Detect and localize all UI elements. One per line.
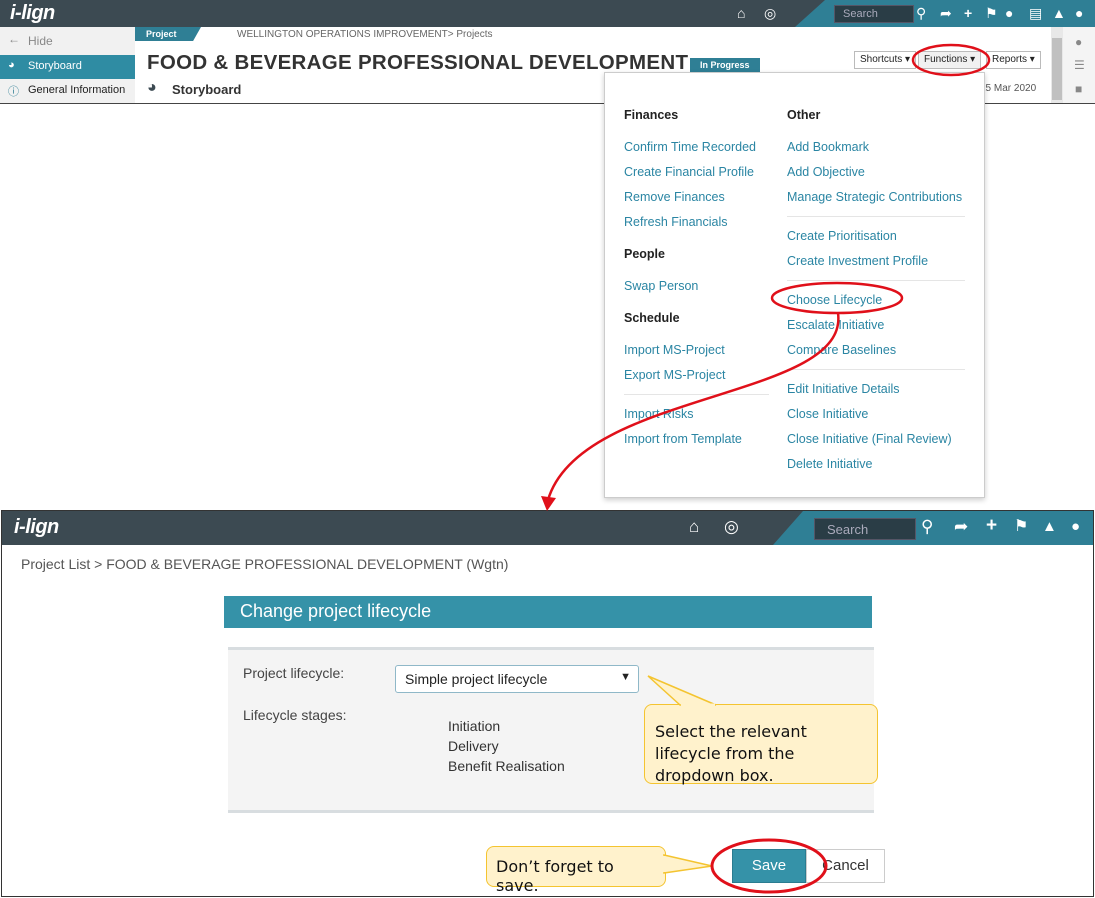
hide-nav-button[interactable]: ← Hide (0, 29, 135, 53)
menu-item[interactable]: Export MS-Project (624, 368, 725, 382)
right-rail: ● ☰ ■ (1063, 27, 1095, 103)
menu-item[interactable]: Refresh Financials (624, 215, 728, 229)
share-icon[interactable]: ➦ (940, 5, 952, 21)
share-icon[interactable]: ➦ (954, 518, 968, 535)
menu-header-finances: Finances (624, 108, 679, 122)
user-icon[interactable]: ● (1071, 519, 1080, 535)
globe-icon[interactable]: ◎ (724, 518, 739, 535)
user-icon[interactable]: ● (1075, 5, 1083, 21)
stage-item: Initiation (448, 718, 501, 734)
section-title: Storyboard (172, 82, 242, 97)
home-icon[interactable]: ⌂ (689, 518, 699, 535)
bell-icon[interactable]: ▲ (1042, 519, 1057, 535)
functions-button[interactable]: Functions ▾ (918, 51, 982, 69)
menu-divider (787, 280, 965, 281)
menu-divider (624, 394, 769, 395)
menu-header-other: Other (787, 108, 821, 122)
menu-item[interactable]: Escalate Initiative (787, 318, 884, 332)
lifecycle-select[interactable]: Simple project lifecycle ▼ (395, 665, 639, 693)
dashboard-icon: ◕ (147, 79, 157, 96)
menu-item[interactable]: Delete Initiative (787, 457, 872, 471)
search-input[interactable]: Search (814, 518, 916, 540)
search-input[interactable]: Search (834, 5, 914, 23)
nav-item-general-information[interactable]: ⓘ General Information (0, 79, 135, 103)
menu-item[interactable]: Import MS-Project (624, 343, 725, 357)
menu-item[interactable]: Close Initiative (Final Review) (787, 432, 952, 446)
callout-select: Select the relevant lifecycle from the d… (644, 704, 878, 785)
menu-item[interactable]: Swap Person (624, 279, 698, 293)
cancel-button[interactable]: Cancel (806, 849, 885, 883)
menu-item[interactable]: Create Financial Profile (624, 165, 754, 179)
menu-item[interactable]: Import from Template (624, 432, 742, 446)
breadcrumb[interactable]: WELLINGTON OPERATIONS IMPROVEMENT> Proje… (237, 29, 493, 40)
menu-item[interactable]: Compare Baselines (787, 343, 896, 357)
app-logo[interactable]: i-lign (10, 2, 55, 25)
arrow-left-icon: ← (8, 32, 20, 46)
save-button[interactable]: Save (732, 849, 806, 883)
project-tag: Project (135, 27, 201, 41)
callout-save: Don’t forget to save. (486, 846, 666, 895)
menu-item[interactable]: Create Investment Profile (787, 254, 928, 268)
left-nav: ← Hide ◕ Storyboard ⓘ General Informatio… (0, 27, 135, 103)
globe-icon[interactable]: ◎ (764, 5, 776, 21)
top-app-bar: i-lign ⌂ ◎ Search ⚲ ➦ + ⚑ ● ▤ ▲ ● (0, 0, 1095, 27)
menu-item-choose-lifecycle[interactable]: Choose Lifecycle (787, 293, 882, 307)
menu-item[interactable]: Add Objective (787, 165, 865, 179)
panel-title: Change project lifecycle (224, 596, 872, 628)
chat-icon[interactable]: ● (1005, 5, 1013, 21)
stage-item: Delivery (448, 738, 499, 754)
stage-item: Benefit Realisation (448, 758, 565, 774)
info-icon: ⓘ (8, 86, 19, 98)
lock-icon[interactable]: ■ (1075, 82, 1082, 96)
dashboard-icon: ◕ (8, 59, 15, 71)
lifecycle-label: Project lifecycle: (243, 665, 345, 681)
app-logo[interactable]: i-lign (14, 516, 59, 539)
arrow-head (541, 496, 556, 511)
date-label: 15 Mar 2020 (980, 83, 1037, 94)
shortcuts-button[interactable]: Shortcuts ▾ (854, 51, 917, 69)
search-icon[interactable]: ⚲ (921, 518, 933, 535)
menu-divider (787, 369, 965, 370)
menu-item[interactable]: Create Prioritisation (787, 229, 897, 243)
nav-item-storyboard[interactable]: ◕ Storyboard (0, 55, 135, 79)
status-badge: In Progress (690, 58, 760, 72)
list-icon[interactable]: ☰ (1074, 58, 1085, 72)
menu-item[interactable]: Close Initiative (787, 407, 868, 421)
menu-header-people: People (624, 247, 665, 261)
reports-button[interactable]: Reports ▾ (986, 51, 1041, 69)
search-icon[interactable]: ⚲ (916, 5, 926, 21)
menu-item[interactable]: Confirm Time Recorded (624, 140, 756, 154)
plus-icon[interactable]: + (986, 516, 997, 535)
bookmark-icon[interactable]: ⚑ (985, 5, 998, 21)
plus-icon[interactable]: + (964, 5, 972, 21)
stages-label: Lifecycle stages: (243, 707, 347, 723)
scrollbar-thumb[interactable] (1052, 38, 1062, 100)
comment-icon[interactable]: ● (1075, 35, 1082, 49)
menu-item[interactable]: Manage Strategic Contributions (787, 190, 962, 204)
functions-menu: Finances Confirm Time Recorded Create Fi… (604, 72, 985, 498)
menu-item[interactable]: Edit Initiative Details (787, 382, 900, 396)
app-bar-lifecycle: i-lign ⌂ ◎ ⚲ ➦ + ⚑ ▲ ● (2, 511, 1093, 545)
breadcrumb[interactable]: Project List > FOOD & BEVERAGE PROFESSIO… (21, 556, 508, 572)
menu-item[interactable]: Remove Finances (624, 190, 725, 204)
bookmark-icon[interactable]: ⚑ (1014, 519, 1028, 535)
menu-item[interactable]: Import Risks (624, 407, 693, 421)
menu-divider (787, 216, 965, 217)
menu-item[interactable]: Add Bookmark (787, 140, 869, 154)
bell-icon[interactable]: ▲ (1052, 5, 1066, 21)
menu-header-schedule: Schedule (624, 311, 680, 325)
caret-down-icon: ▼ (620, 671, 631, 683)
document-icon[interactable]: ▤ (1029, 5, 1042, 21)
home-icon[interactable]: ⌂ (737, 5, 745, 21)
